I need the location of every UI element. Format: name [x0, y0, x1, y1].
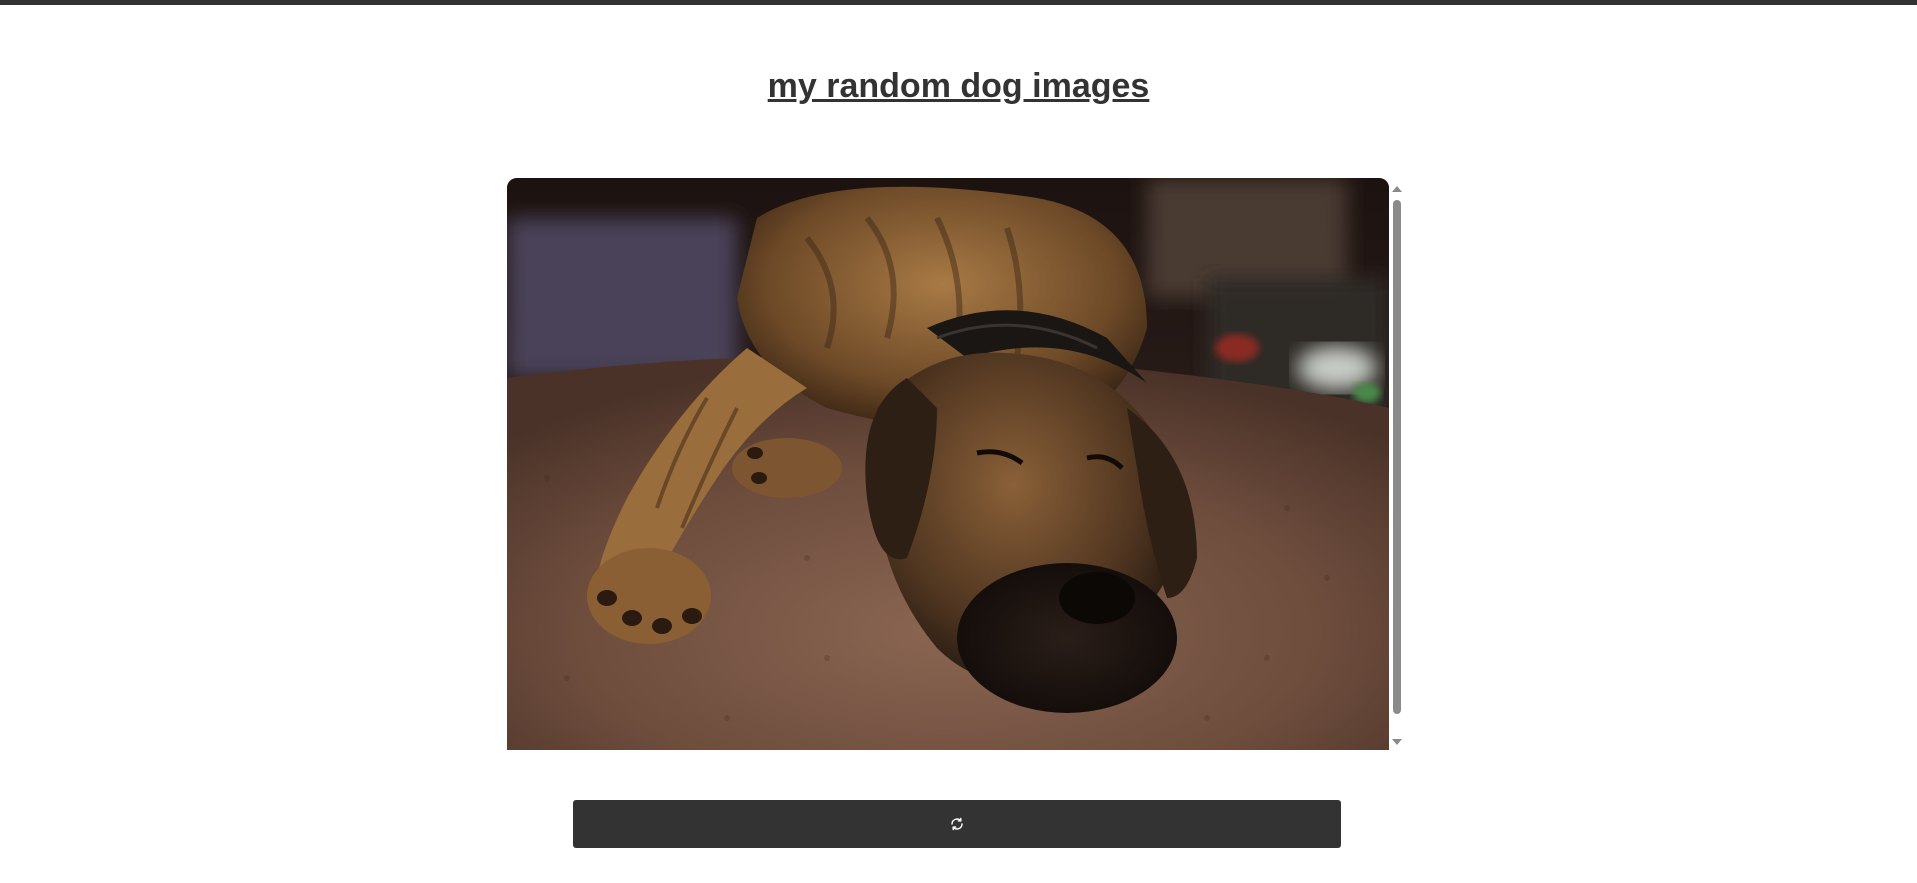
- page-title: my random dog images: [767, 67, 1150, 105]
- refresh-button[interactable]: [573, 800, 1341, 848]
- scroll-thumb[interactable]: [1393, 200, 1401, 714]
- image-scrollbar[interactable]: [1390, 183, 1404, 745]
- refresh-icon: [951, 817, 963, 831]
- scroll-up-arrow-icon[interactable]: [1392, 186, 1402, 192]
- dog-image-viewer[interactable]: [507, 178, 1389, 750]
- scroll-down-arrow-icon[interactable]: [1392, 739, 1402, 745]
- top-accent-bar: [0, 0, 1917, 5]
- dog-image: [507, 178, 1389, 750]
